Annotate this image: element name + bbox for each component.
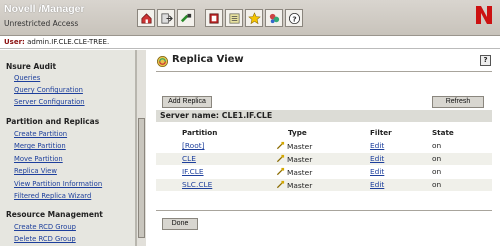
replica-type: Master xyxy=(276,154,312,164)
user-label: User: xyxy=(4,38,25,46)
title-divider xyxy=(156,71,492,72)
table-row: IF.CLE Master Edit on xyxy=(156,166,492,178)
sidebar-item-create-partition[interactable]: Create Partition xyxy=(14,130,67,138)
main-panel: Replica View ? Add Replica Refresh Serve… xyxy=(150,50,500,246)
filter-edit-link[interactable]: Edit xyxy=(370,141,384,150)
replica-state: on xyxy=(432,154,442,163)
help-icon[interactable]: ? xyxy=(285,9,303,27)
table-row: [Root] Master Edit on xyxy=(156,140,492,152)
configure-icon[interactable] xyxy=(177,9,195,27)
sidebar: Nsure Audit Queries Query Configuration … xyxy=(0,50,136,246)
access-label: Unrestricted Access xyxy=(4,19,79,28)
novell-logo-icon xyxy=(476,6,492,24)
partition-link[interactable]: SLC.CLE xyxy=(182,180,212,189)
replica-type: Master xyxy=(276,141,312,151)
sidebar-item-move-partition[interactable]: Move Partition xyxy=(14,155,63,163)
column-header-partition: Partition xyxy=(182,128,218,137)
table-row: SLC.CLE Master Edit on xyxy=(156,179,492,191)
filter-edit-link[interactable]: Edit xyxy=(370,167,384,176)
table-row: CLE Master Edit on xyxy=(156,153,492,165)
exit-icon[interactable] xyxy=(157,9,175,27)
app-title: Novell iManager xyxy=(4,3,85,15)
sidebar-section-nsure-audit: Nsure Audit xyxy=(6,62,57,71)
sidebar-scrollbar[interactable] xyxy=(136,50,146,246)
svg-text:?: ? xyxy=(292,14,296,23)
preferences-icon[interactable] xyxy=(265,9,283,27)
sidebar-scrollbar-thumb[interactable] xyxy=(138,118,145,238)
server-name-row: Server name: CLE1.IF.CLE xyxy=(156,110,492,122)
replica-view-icon xyxy=(157,56,168,67)
column-header-filter: Filter xyxy=(370,128,392,137)
partition-link[interactable]: [Root] xyxy=(182,141,205,150)
replica-master-icon xyxy=(276,154,285,163)
sidebar-item-create-rcd-group[interactable]: Create RCD Group xyxy=(14,223,76,231)
view-objects-icon[interactable] xyxy=(225,9,243,27)
sidebar-item-view-partition-information[interactable]: View Partition Information xyxy=(14,180,102,188)
sidebar-item-queries[interactable]: Queries xyxy=(14,74,40,82)
user-bar: User: admin.IF.CLE.CLE-TREE. xyxy=(0,37,500,49)
page-title: Replica View xyxy=(172,54,244,65)
column-header-type: Type xyxy=(288,128,307,137)
replica-state: on xyxy=(432,167,442,176)
partition-link[interactable]: IF.CLE xyxy=(182,167,204,176)
home-icon[interactable] xyxy=(137,9,155,27)
server-name-value: CLE1.IF.CLE xyxy=(221,111,273,120)
done-button[interactable]: Done xyxy=(162,218,198,230)
filter-edit-link[interactable]: Edit xyxy=(370,180,384,189)
app-header: Novell iManager Unrestricted Access ? xyxy=(0,0,500,36)
sidebar-item-server-configuration[interactable]: Server Configuration xyxy=(14,98,85,106)
table-divider xyxy=(156,210,492,211)
user-value: admin.IF.CLE.CLE-TREE. xyxy=(27,38,110,46)
add-replica-button[interactable]: Add Replica xyxy=(162,96,212,108)
server-name-label: Server name: xyxy=(160,111,220,120)
sidebar-item-query-configuration[interactable]: Query Configuration xyxy=(14,86,83,94)
sidebar-item-filtered-replica-wizard[interactable]: Filtered Replica Wizard xyxy=(14,192,91,200)
page-help-icon[interactable]: ? xyxy=(480,55,491,66)
refresh-button[interactable]: Refresh xyxy=(432,96,484,108)
replica-state: on xyxy=(432,180,442,189)
sidebar-item-delete-rcd-group[interactable]: Delete RCD Group xyxy=(14,235,76,243)
column-header-state: State xyxy=(432,128,454,137)
replica-master-icon xyxy=(276,141,285,150)
toolbar: ? xyxy=(137,9,305,31)
replica-master-icon xyxy=(276,180,285,189)
partition-link[interactable]: CLE xyxy=(182,154,196,163)
replica-master-icon xyxy=(276,167,285,176)
favorites-icon[interactable] xyxy=(245,9,263,27)
sidebar-item-replica-view[interactable]: Replica View xyxy=(14,167,57,175)
sidebar-section-resource-management: Resource Management xyxy=(6,210,103,219)
sidebar-section-partition-replicas: Partition and Replicas xyxy=(6,117,100,126)
sidebar-item-merge-partition[interactable]: Merge Partition xyxy=(14,142,66,150)
replica-state: on xyxy=(432,141,442,150)
replica-type: Master xyxy=(276,180,312,190)
filter-edit-link[interactable]: Edit xyxy=(370,154,384,163)
replica-type: Master xyxy=(276,167,312,177)
roles-icon[interactable] xyxy=(205,9,223,27)
